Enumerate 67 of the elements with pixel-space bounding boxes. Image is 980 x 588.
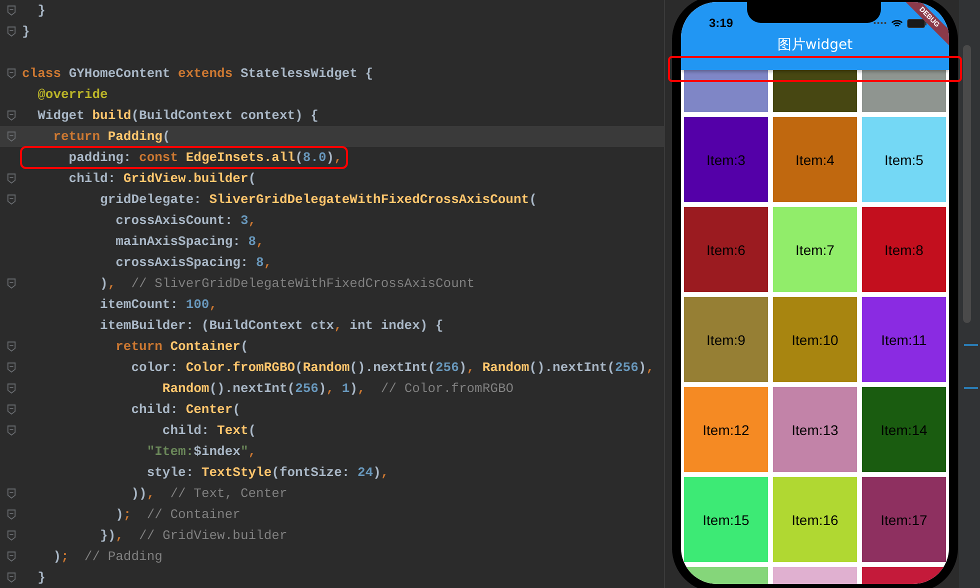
fold-marker-icon[interactable] [6,194,16,205]
code-line: }), // GridView.builder [99,527,288,544]
grid-tile: Item:10 [773,297,857,382]
code-line: color: Color.fromRGBO(Random().nextInt(256), Random().nextInt(256), [130,359,654,376]
fold-marker-icon[interactable] [6,68,16,79]
app-bar-title: 图片widget [776,36,854,54]
code-line: return Padding( [52,128,170,145]
code-line: "Item:$index", [146,443,256,460]
grid-tile: Item:16 [773,477,857,562]
signal-icon [873,21,887,25]
code-line: } [36,569,46,586]
fold-marker-icon[interactable] [6,488,16,499]
code-line: style: TextStyle(fontSize: 24), [146,464,389,481]
fold-marker-icon[interactable] [6,131,16,142]
fold-marker-icon[interactable] [6,530,16,541]
wifi-icon [891,18,903,28]
status-time: 3:19 [709,16,734,30]
code-line: ); // Padding [52,548,162,565]
fold-marker-icon[interactable] [6,278,16,289]
fold-marker-icon[interactable] [6,110,16,121]
code-line: itemCount: 100, [99,296,218,313]
fold-marker-icon[interactable] [6,572,16,583]
code-line: child: Center( [130,401,240,418]
code-line: child: GridView.builder( [68,170,256,187]
code-line: gridDelegate: SliverGridDelegateWithFixedCrossAxisCount( [99,191,537,208]
code-line: @override [36,86,108,103]
code-line: class GYHomeContent extends StatelessWidget { [22,65,374,82]
code-line: } [36,2,46,19]
code-line: return Container( [114,338,248,355]
fold-marker-icon[interactable] [6,341,16,352]
code-line: mainAxisSpacing: 8, [114,233,264,250]
grid-tile: Item:7 [773,207,857,292]
code-line: padding: const EdgeInsets.all(8.0), [22,148,346,167]
grid-tile: Item:8 [862,207,946,292]
fold-marker-icon[interactable] [6,26,16,37]
grid-tile: Item:13 [773,387,857,472]
grid-tile: Item:17 [862,477,946,562]
grid-tile: Item:5 [862,117,946,202]
fold-marker-icon[interactable] [6,362,16,373]
grid-tile: Item:4 [773,117,857,202]
code-line: )), // Text, Center [130,485,288,502]
grid-tile: Item:12 [684,387,768,472]
code-line: itemBuilder: (BuildContext ctx, int index) { [99,317,444,334]
code-line: Widget build(BuildContext context) { [36,107,318,124]
grid-tile: Item:15 [684,477,768,562]
fold-marker-icon[interactable] [6,383,16,394]
code-line: ), // SliverGridDelegateWithFixedCrossAxisCount [99,275,474,292]
change-marker [964,387,978,389]
fold-marker-icon[interactable] [6,173,16,184]
grid-tile: Item:11 [862,297,946,382]
change-marker [964,344,978,346]
scrollbar-thumb[interactable] [963,45,971,323]
code-line: crossAxisSpacing: 8, [114,254,272,271]
code-line: child: Text( [161,422,256,439]
code-line: ); // Container [114,506,240,523]
code-line: crossAxisCount: 3, [114,212,256,229]
fold-marker-icon[interactable] [6,5,16,16]
grid-tile: Item:6 [684,207,768,292]
fold-marker-icon[interactable] [6,425,16,436]
grid-tile: Item:3 [684,117,768,202]
fold-marker-icon[interactable] [6,404,16,415]
grid-tile: Item:14 [862,387,946,472]
grid-tile: Item:9 [684,297,768,382]
fold-marker-icon[interactable] [6,509,16,520]
code-line: } [22,23,30,40]
fold-marker-icon[interactable] [6,551,16,562]
code-line: Random().nextInt(256), 1), // Color.fromRGBO [161,380,514,397]
